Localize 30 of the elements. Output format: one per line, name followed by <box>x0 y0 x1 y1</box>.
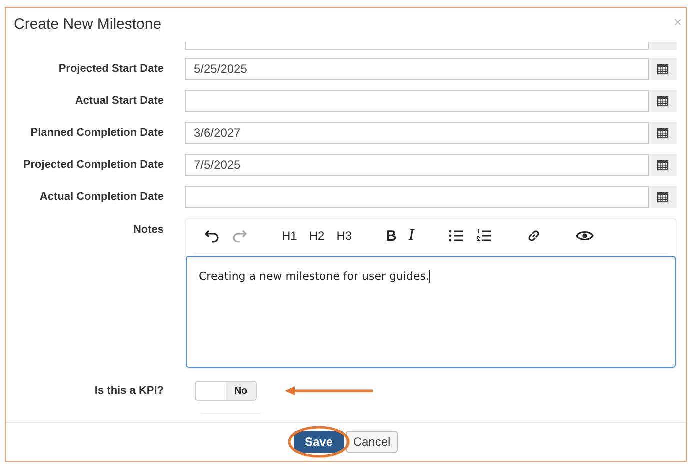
calendar-icon <box>657 95 669 107</box>
field-label: Actual Completion Date <box>38 191 164 203</box>
date-field[interactable]: 7/5/2025 <box>185 154 649 176</box>
save-button[interactable]: Save <box>294 431 344 453</box>
dialog-title: Create New Milestone <box>14 16 162 33</box>
cancel-button[interactable]: Cancel <box>346 431 398 453</box>
field-label: Projected Completion Date <box>22 159 164 171</box>
calendar-icon <box>657 63 669 75</box>
calendar-icon <box>657 127 669 139</box>
field-label: Projected Start Date <box>58 63 164 75</box>
heading-button[interactable]: H2 <box>303 229 331 243</box>
redo-icon <box>232 228 248 244</box>
bold-button[interactable]: B <box>380 228 403 244</box>
heading-button[interactable]: H3 <box>330 229 358 243</box>
calendar-icon <box>657 159 669 171</box>
notes-field[interactable]: Creating a new milestone for user guides. <box>186 256 676 368</box>
field-label: Notes <box>132 224 164 236</box>
kpi-toggle[interactable]: No <box>195 381 257 401</box>
date-field[interactable]: 3/6/2027 <box>185 122 649 144</box>
italic-button[interactable]: I <box>402 227 420 245</box>
numbered-list-icon <box>476 228 492 244</box>
field-label: Actual Start Date <box>74 95 164 107</box>
field-label: Planned Completion Date <box>30 127 164 139</box>
field-label: Is this a KPI? <box>94 385 164 397</box>
heading-button[interactable]: H1 <box>276 229 304 243</box>
undo-icon <box>204 228 220 244</box>
date-field[interactable]: 5/25/2025 <box>185 58 649 80</box>
highlight-ellipse <box>288 426 350 458</box>
calendar-icon <box>657 191 669 203</box>
bullet-list-icon <box>448 228 464 244</box>
